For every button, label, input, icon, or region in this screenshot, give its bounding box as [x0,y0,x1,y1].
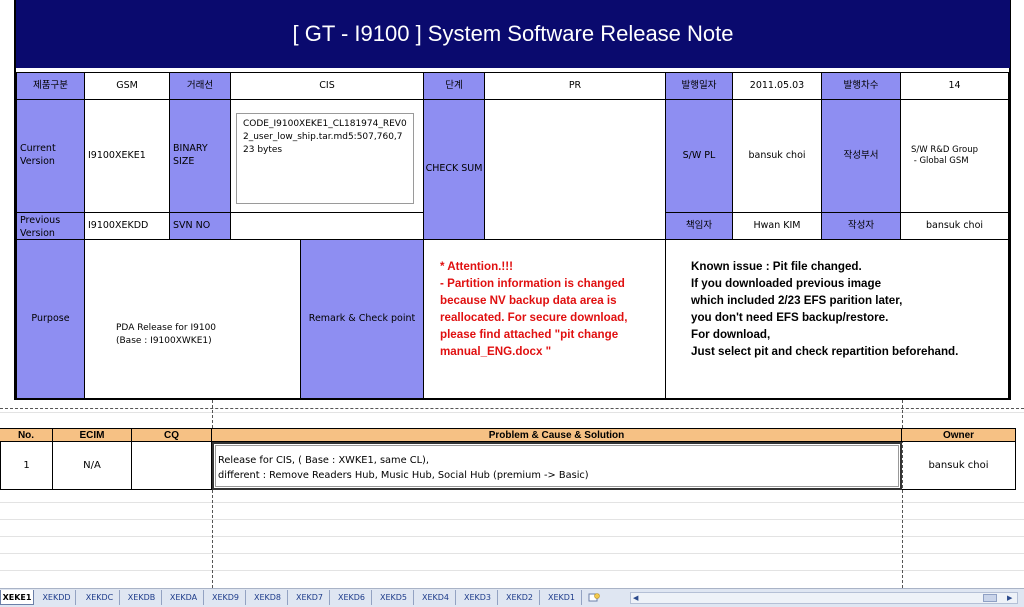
product-type-value[interactable]: GSM [84,72,170,100]
sheet-tab-xekd7[interactable]: XEKD7 [290,590,330,605]
sheet-tab-xekdc[interactable]: XEKDC [80,590,120,605]
purpose-text: PDA Release for I9100 (Base : I9100XWKE1… [116,322,216,348]
sheet-tab-xekd6[interactable]: XEKD6 [332,590,372,605]
scrollbar-thumb[interactable] [983,594,997,602]
gridline [0,570,1024,571]
department-value[interactable]: S/W R&D Group - Global GSM [900,99,1009,213]
purpose-line: PDA Release for I9100 [116,323,217,333]
gridline [0,502,1024,503]
column-header-no: No. [0,428,53,442]
attention-line: please find attached "pit change [440,328,619,341]
sheet-tab-xekd4[interactable]: XEKD4 [416,590,456,605]
remark-label: Remark & Check point [300,239,424,399]
department-label: 작성부서 [821,99,901,213]
column-header-owner: Owner [902,428,1016,442]
sheet-tab-xekdb[interactable]: XEKDB [122,590,162,605]
issue-date-label: 발행일자 [665,72,733,100]
purpose-cell[interactable] [84,239,301,399]
page-title: [ GT - I9100 ] System Software Release N… [16,0,1010,68]
issue-number-value[interactable]: 14 [900,72,1009,100]
attention-line: - Partition information is changed [440,277,625,290]
owner-value[interactable]: Hwan KIM [732,212,822,240]
known-line: If you downloaded previous image [691,277,882,290]
horizontal-scrollbar[interactable]: ◀ ▶ [630,592,1018,604]
known-line: you don't need EFS backup/restore. [691,311,889,324]
author-label: 작성자 [821,212,901,240]
sheet-tab-xeke1[interactable]: XEKE1 [0,590,34,605]
buyer-label: 거래선 [169,72,231,100]
checksum-value[interactable] [484,99,666,240]
issue-date-value[interactable]: 2011.05.03 [732,72,822,100]
gridline [0,412,1024,413]
insert-sheet-icon[interactable] [584,590,604,605]
department-line: S/W R&D Group [911,144,979,155]
known-issue-note: Known issue : Pit file changed. If you d… [691,258,1006,360]
column-header-cq: CQ [132,428,212,442]
department-line: - Global GSM [911,156,969,166]
checksum-label: CHECK SUM [423,99,485,240]
gridline [0,553,1024,554]
product-type-label: 제품구분 [16,72,85,100]
solution-line: Release for CIS, ( Base : XWKE1, same CL… [218,455,429,466]
sheet-tab-xekd2[interactable]: XEKD2 [500,590,540,605]
attention-note: * Attention.!!! - Partition information … [440,258,662,360]
previous-version-value[interactable]: I9100XEKDD [84,212,170,240]
scroll-right-icon[interactable]: ▶ [1007,594,1012,602]
purpose-line: (Base : I9100XWKE1) [116,336,212,347]
known-line: which included 2/23 EFS parition later, [691,294,903,307]
row-number[interactable]: 1 [0,442,53,490]
binary-size-value[interactable]: CODE_I9100XEKE1_CL181974_REV02_user_low_… [236,113,414,204]
owner-label: 책임자 [665,212,733,240]
issue-number-label: 발행차수 [821,72,901,100]
sheet-tab-xekd5[interactable]: XEKD5 [374,590,414,605]
attention-line: * Attention.!!! [440,260,513,273]
buyer-value[interactable]: CIS [230,72,424,100]
sheet-tab-xekd1[interactable]: XEKD1 [542,590,582,605]
sheet-tab-xekd3[interactable]: XEKD3 [458,590,498,605]
current-version-label: Current Version [16,99,85,213]
svn-label: SVN NO [169,212,231,240]
known-line: Just select pit and check repartition be… [691,345,959,358]
swpl-value[interactable]: bansuk choi [732,99,822,213]
row-solution[interactable]: Release for CIS, ( Base : XWKE1, same CL… [212,442,902,490]
gridline [0,536,1024,537]
sheet-tab-xekd9[interactable]: XEKD9 [206,590,246,605]
sheet-tab-xekda[interactable]: XEKDA [164,590,204,605]
row-cq[interactable] [132,442,212,490]
stage-value[interactable]: PR [484,72,666,100]
sheet-tab-xekd8[interactable]: XEKD8 [248,590,288,605]
row-owner[interactable]: bansuk choi [902,442,1016,490]
previous-version-label: Previous Version [16,212,85,240]
binary-size-label: BINARY SIZE [169,99,231,213]
gridline [0,519,1024,520]
sheet-tab-bar: XEKE1 XEKDD XEKDC XEKDB XEKDA XEKD9 XEKD… [0,588,1024,607]
current-version-value[interactable]: I9100XEKE1 [84,99,170,213]
swpl-label: S/W PL [665,99,733,213]
stage-label: 단계 [423,72,485,100]
spreadsheet-area[interactable]: [ GT - I9100 ] System Software Release N… [0,0,1024,590]
known-line: For download, [691,328,771,341]
page-break-line [0,408,1024,409]
attention-line: because NV backup data area is [440,294,617,307]
purpose-label: Purpose [16,239,85,399]
row-ecim[interactable]: N/A [53,442,132,490]
svn-value[interactable] [230,212,424,240]
author-value[interactable]: bansuk choi [900,212,1009,240]
attention-line: reallocated. For secure download, [440,311,628,324]
known-line: Known issue : Pit file changed. [691,260,862,273]
scroll-left-icon[interactable]: ◀ [633,594,638,602]
column-header-ecim: ECIM [53,428,132,442]
column-header-problem: Problem & Cause & Solution [212,428,902,442]
sheet-tab-xekdd[interactable]: XEKDD [38,590,76,605]
attention-line: manual_ENG.docx " [440,345,552,358]
solution-line: different : Remove Readers Hub, Music Hu… [218,470,589,481]
